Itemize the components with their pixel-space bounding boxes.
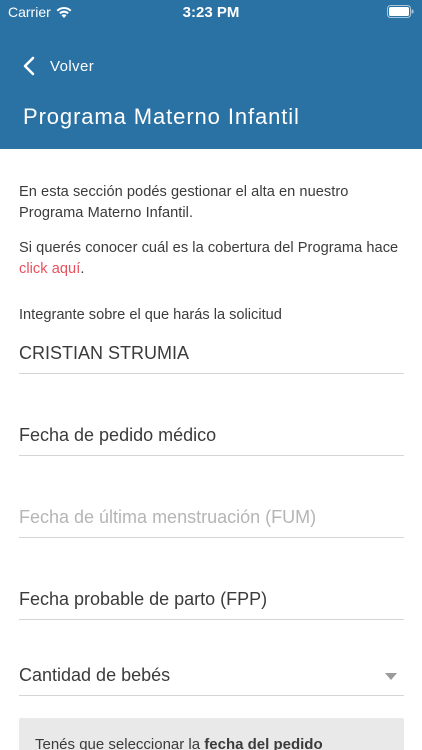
battery-icon (387, 5, 414, 18)
validation-notice: Tenés que seleccionar la fecha del pedid… (19, 718, 404, 750)
chevron-left-icon (23, 56, 35, 76)
coverage-text-prefix: Si querés conocer cuál es la cobertura d… (19, 240, 399, 256)
back-button[interactable]: Volver (22, 53, 94, 79)
caret-down-icon (385, 673, 397, 680)
back-label: Volver (50, 57, 95, 75)
coverage-text-suffix: . (80, 260, 85, 277)
member-value: CRISTIAN STRUMIA (19, 343, 190, 363)
app-header: Carrier 3:23 PM Volver Programa Materno … (0, 0, 422, 149)
intro-section: En esta sección podés gestionar el alta … (19, 182, 404, 279)
member-select[interactable]: CRISTIAN STRUMIA (19, 334, 404, 374)
medical-order-date-field[interactable]: Fecha de pedido médico (19, 416, 404, 456)
intro-text: En esta sección podés gestionar el alta … (19, 184, 349, 221)
status-bar: Carrier 3:23 PM (0, 0, 422, 26)
page-title: Programa Materno Infantil (23, 104, 300, 129)
coverage-link[interactable]: click aquí (19, 261, 80, 277)
notice-bold-text: fecha del pedido (204, 736, 323, 750)
probable-delivery-date-label: Fecha probable de parto (FPP) (19, 589, 268, 609)
last-period-date-field[interactable]: Fecha de última menstruación (FUM) (19, 498, 404, 538)
babies-count-label: Cantidad de bebés (19, 665, 171, 685)
probable-delivery-date-field[interactable]: Fecha probable de parto (FPP) (19, 580, 404, 620)
coverage-text: Si querés conocer cuál es la cobertura d… (19, 238, 404, 279)
last-period-date-placeholder: Fecha de última menstruación (FUM) (19, 507, 317, 527)
babies-count-select[interactable]: Cantidad de bebés (19, 656, 404, 696)
member-label: Integrante sobre el que harás la solicit… (19, 307, 282, 323)
status-time: 3:23 PM (182, 4, 240, 21)
notice-text: Tenés que seleccionar la (35, 736, 205, 750)
medical-order-date-label: Fecha de pedido médico (19, 425, 217, 445)
